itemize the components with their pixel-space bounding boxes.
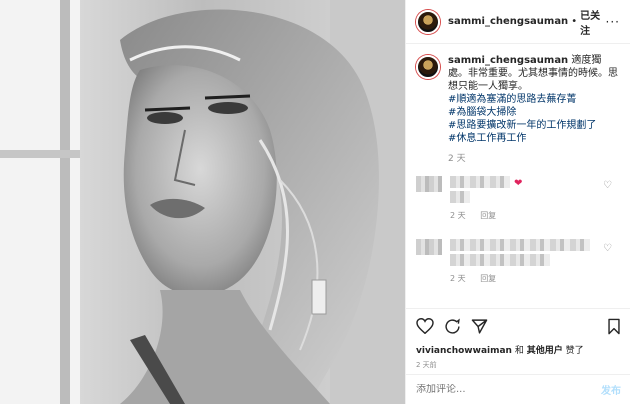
author-username[interactable]: sammi_chengsauman <box>448 16 568 27</box>
blurred-line <box>450 191 470 203</box>
caption-avatar[interactable] <box>416 55 440 79</box>
comment-age: 2 天 <box>450 274 466 283</box>
instagram-post: sammi_chengsauman • 已关注 ··· sammi_chengs… <box>0 0 630 404</box>
post-comment-button[interactable]: 发布 <box>601 382 621 397</box>
blurred-commenter-avatar <box>416 239 442 255</box>
caption-body: sammi_chengsauman 適度獨處。非常重要。尤其想事情的時候。思想只… <box>448 54 618 166</box>
comment-meta: 2 天 回复 <box>450 210 630 221</box>
post-photo[interactable] <box>0 0 405 404</box>
action-icons <box>416 315 621 337</box>
share-icon[interactable] <box>471 318 488 335</box>
reply-link[interactable]: 回复 <box>480 211 496 220</box>
reply-link[interactable]: 回复 <box>480 274 496 283</box>
blurred-line <box>450 239 590 251</box>
caption-age: 2 天 <box>448 154 466 164</box>
blurred-comment-text <box>450 239 590 269</box>
post-header: sammi_chengsauman • 已关注 ··· <box>406 0 630 44</box>
blurred-commenter-avatar <box>416 176 442 192</box>
liker-username[interactable]: vivianchowwaiman <box>416 346 512 356</box>
author-avatar[interactable] <box>416 9 440 34</box>
blurred-comment-text: ❤ <box>450 176 522 206</box>
comment-icon[interactable] <box>444 318 461 335</box>
likes-conj: 和 <box>514 346 524 356</box>
add-comment-bar: 发布 <box>406 374 630 404</box>
comment-item: ♡ <box>406 239 630 269</box>
comment-meta: 2 天 回复 <box>450 273 630 284</box>
caption-username[interactable]: sammi_chengsauman <box>448 55 568 66</box>
comment-like-icon[interactable]: ♡ <box>603 180 612 191</box>
caption: sammi_chengsauman 適度獨處。非常重要。尤其想事情的時候。思想只… <box>406 44 630 166</box>
post-timestamp: 2 天前 <box>416 361 437 369</box>
more-options-icon[interactable]: ··· <box>606 15 620 29</box>
portrait-image <box>0 0 405 404</box>
post-actions: vivianchowwaiman 和 其他用户 赞了 2 天前 <box>406 308 630 370</box>
post-side-panel: sammi_chengsauman • 已关注 ··· sammi_chengs… <box>405 0 630 404</box>
hashtag-link[interactable]: #順適為塞滿的思路去蕪存菁 <box>448 93 618 106</box>
comment-item: ❤ ♡ <box>406 176 630 206</box>
blurred-line <box>450 254 550 266</box>
heart-icon[interactable] <box>416 318 434 334</box>
header-separator: • <box>571 16 578 27</box>
follow-status-button[interactable]: 已关注 <box>580 7 605 37</box>
bookmark-icon[interactable] <box>607 318 621 335</box>
hashtag-link[interactable]: #思路要擴改新一年的工作規劃了 <box>448 119 618 132</box>
likes-summary: vivianchowwaiman 和 其他用户 赞了 <box>416 343 621 356</box>
blurred-line <box>450 176 510 188</box>
other-likers-link[interactable]: 其他用户 <box>527 346 563 356</box>
comment-age: 2 天 <box>450 211 466 220</box>
heart-emoji-icon: ❤ <box>514 178 523 189</box>
hashtag-link[interactable]: #為腦袋大掃除 <box>448 106 618 119</box>
comment-input[interactable] <box>416 384 601 395</box>
hashtag-link[interactable]: #休息工作再工作 <box>448 132 618 145</box>
comment-like-icon[interactable]: ♡ <box>603 243 612 254</box>
likes-suffix: 赞了 <box>565 346 584 356</box>
